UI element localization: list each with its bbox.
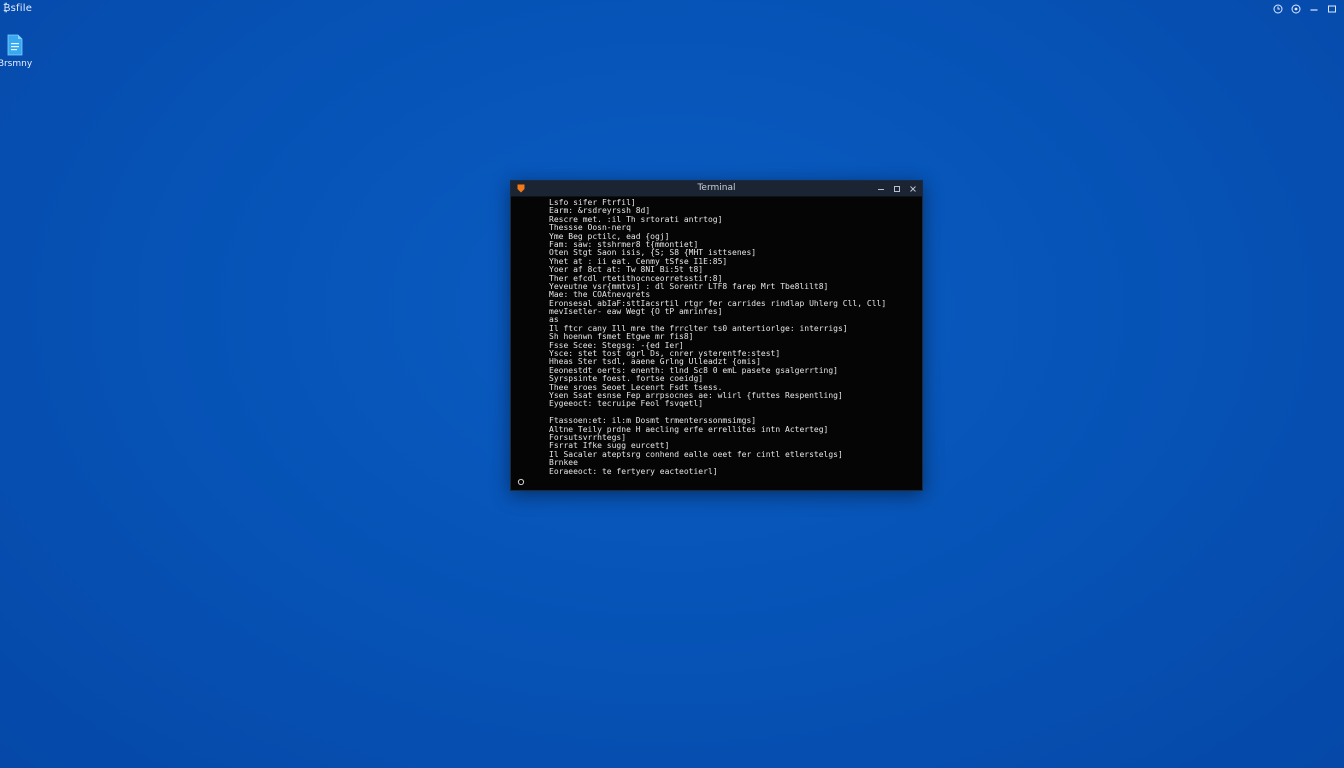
minimize-icon[interactable]: [1308, 3, 1320, 15]
desktop-corner-label: ₿sfile: [3, 3, 33, 14]
clock-icon[interactable]: [1272, 3, 1284, 15]
terminal-line: Eoraeeoct: te fertyery eacteotierl]: [549, 466, 718, 476]
window-controls: [876, 181, 918, 196]
window-title: Terminal: [697, 183, 736, 193]
desktop-file-label: Brsmny: [0, 59, 33, 69]
terminal-titlebar[interactable]: Terminal: [511, 181, 922, 197]
terminal-line: Il Sacaler ateptsrg conhend ealle oeet f…: [549, 449, 843, 459]
minimize-icon[interactable]: [876, 184, 886, 194]
restore-icon[interactable]: [1326, 3, 1338, 15]
terminal-line: Eygeeoct: tecruipe Feol fsvqetl]: [549, 399, 704, 409]
terminal-output[interactable]: Lsfo sifer Ftrfil] Earm: &rsdreyrssh 8d] R…: [511, 197, 922, 490]
terminal-line: mevIsetler- eaw Wegt {O tP amrinfes]: [549, 307, 723, 317]
file-icon: [7, 34, 23, 56]
maximize-icon[interactable]: [892, 184, 902, 194]
close-icon[interactable]: [908, 184, 918, 194]
settings-icon[interactable]: [1290, 3, 1302, 15]
terminal-window[interactable]: Terminal Lsfo sifer Ftrfil] Earm: &rsdrey…: [510, 180, 923, 491]
system-tray: [1272, 3, 1338, 15]
desktop-file-icon[interactable]: Brsmny: [0, 34, 33, 69]
cursor-icon: [517, 478, 525, 486]
